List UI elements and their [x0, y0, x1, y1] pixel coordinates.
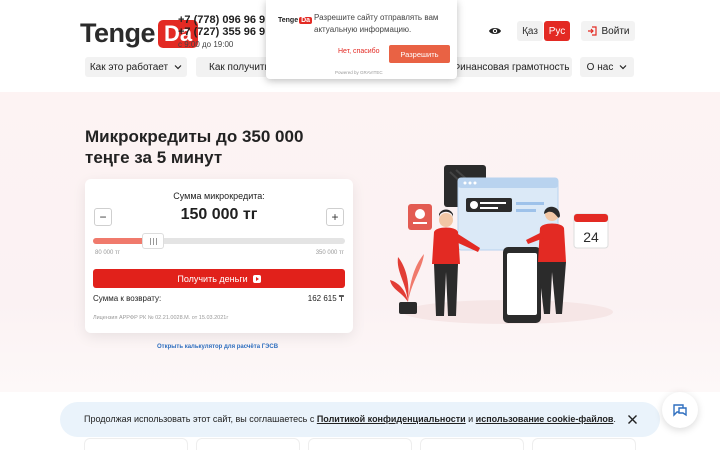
- chat-icon: [673, 404, 687, 417]
- get-money-button[interactable]: Получить деньги: [93, 269, 345, 288]
- decline-button[interactable]: Нет, спасибо: [338, 48, 380, 55]
- powered-by: Powered by GRAVITEC: [335, 70, 383, 75]
- calendar-day: 24: [583, 229, 599, 245]
- privacy-policy-link[interactable]: Политикой конфиденциальности: [317, 414, 466, 424]
- cookie-banner: Продолжая использовать этот сайт, вы сог…: [60, 402, 660, 437]
- license-text: Лицензия АРРФР РК № 02.21.0028.М. от 15.…: [93, 315, 229, 321]
- lang-kz-button[interactable]: Қаз: [517, 21, 543, 41]
- slider-handle[interactable]: [142, 233, 165, 249]
- login-icon: [587, 26, 597, 36]
- nav-how-it-works[interactable]: Как это работает: [85, 57, 187, 77]
- login-button[interactable]: Войти: [581, 21, 635, 41]
- lang-ru-button[interactable]: Рус: [544, 21, 570, 41]
- feature-card: [308, 438, 412, 450]
- loan-calculator: Сумма микрокредита: 150 000 тг − + 80 00…: [85, 179, 353, 333]
- feature-card: [532, 438, 636, 450]
- chat-button[interactable]: [662, 392, 698, 428]
- repay-label: Сумма к возврату:: [93, 294, 162, 303]
- chevron-down-icon: [619, 65, 627, 70]
- push-permission-popup: Tenge Da Разрешите сайту отправлять вам а…: [266, 0, 457, 79]
- amount-slider[interactable]: [93, 238, 345, 244]
- hero-section: Микрокредиты до 350 000 теңге за 5 минут…: [0, 92, 720, 392]
- working-hours: с 9:00 до 19:00: [178, 40, 234, 49]
- cookie-text: Продолжая использовать этот сайт, вы сог…: [84, 414, 616, 424]
- hero-title: Микрокредиты до 350 000 теңге за 5 минут: [85, 127, 304, 167]
- phone-1[interactable]: +7 (778) 096 96 9: [178, 14, 265, 26]
- open-calculator-link[interactable]: Открыть калькулятор для расчёта ГЭСВ: [157, 344, 278, 350]
- range-min: 80 000 тг: [95, 250, 120, 256]
- logo-text: Tenge: [80, 18, 156, 48]
- login-label: Войти: [601, 25, 630, 37]
- nav-label: Как это работает: [89, 61, 169, 73]
- increase-amount-button[interactable]: +: [326, 208, 344, 226]
- chevron-down-icon: [174, 65, 182, 70]
- feature-card: [420, 438, 524, 450]
- cta-label: Получить деньги: [177, 273, 248, 284]
- loan-amount: 150 000 тг: [180, 206, 258, 223]
- contact-block: +7 (778) 096 96 9 +7 (727) 355 96 9 с 9:…: [178, 14, 265, 49]
- eye-icon[interactable]: [488, 25, 502, 37]
- nav-financial-literacy[interactable]: Финансовая грамотность: [450, 57, 572, 77]
- nav-about[interactable]: О нас: [580, 57, 634, 77]
- cookie-policy-link[interactable]: использование cookie-файлов: [476, 414, 614, 424]
- hero-illustration: 24: [390, 165, 613, 324]
- nav-label: Финансовая грамотность: [452, 61, 570, 73]
- nav-label: О нас: [586, 61, 614, 73]
- range-max: 350 000 тг: [315, 250, 344, 256]
- feature-card: [196, 438, 300, 450]
- popup-message: Разрешите сайту отправлять вам актуальну…: [314, 13, 439, 34]
- play-icon: [252, 274, 261, 283]
- calculator-label: Сумма микрокредита:: [173, 191, 265, 201]
- feature-card: [84, 438, 188, 450]
- close-icon[interactable]: [627, 414, 638, 425]
- allow-button[interactable]: Разрешить: [389, 45, 450, 63]
- phone-2[interactable]: +7 (727) 355 96 9: [178, 26, 265, 38]
- repay-value: 162 615 ₸: [307, 294, 344, 303]
- decrease-amount-button[interactable]: −: [94, 208, 112, 226]
- popup-logo: Tenge Da: [278, 17, 313, 24]
- nav-how-to-get[interactable]: Как получить д: [196, 57, 278, 77]
